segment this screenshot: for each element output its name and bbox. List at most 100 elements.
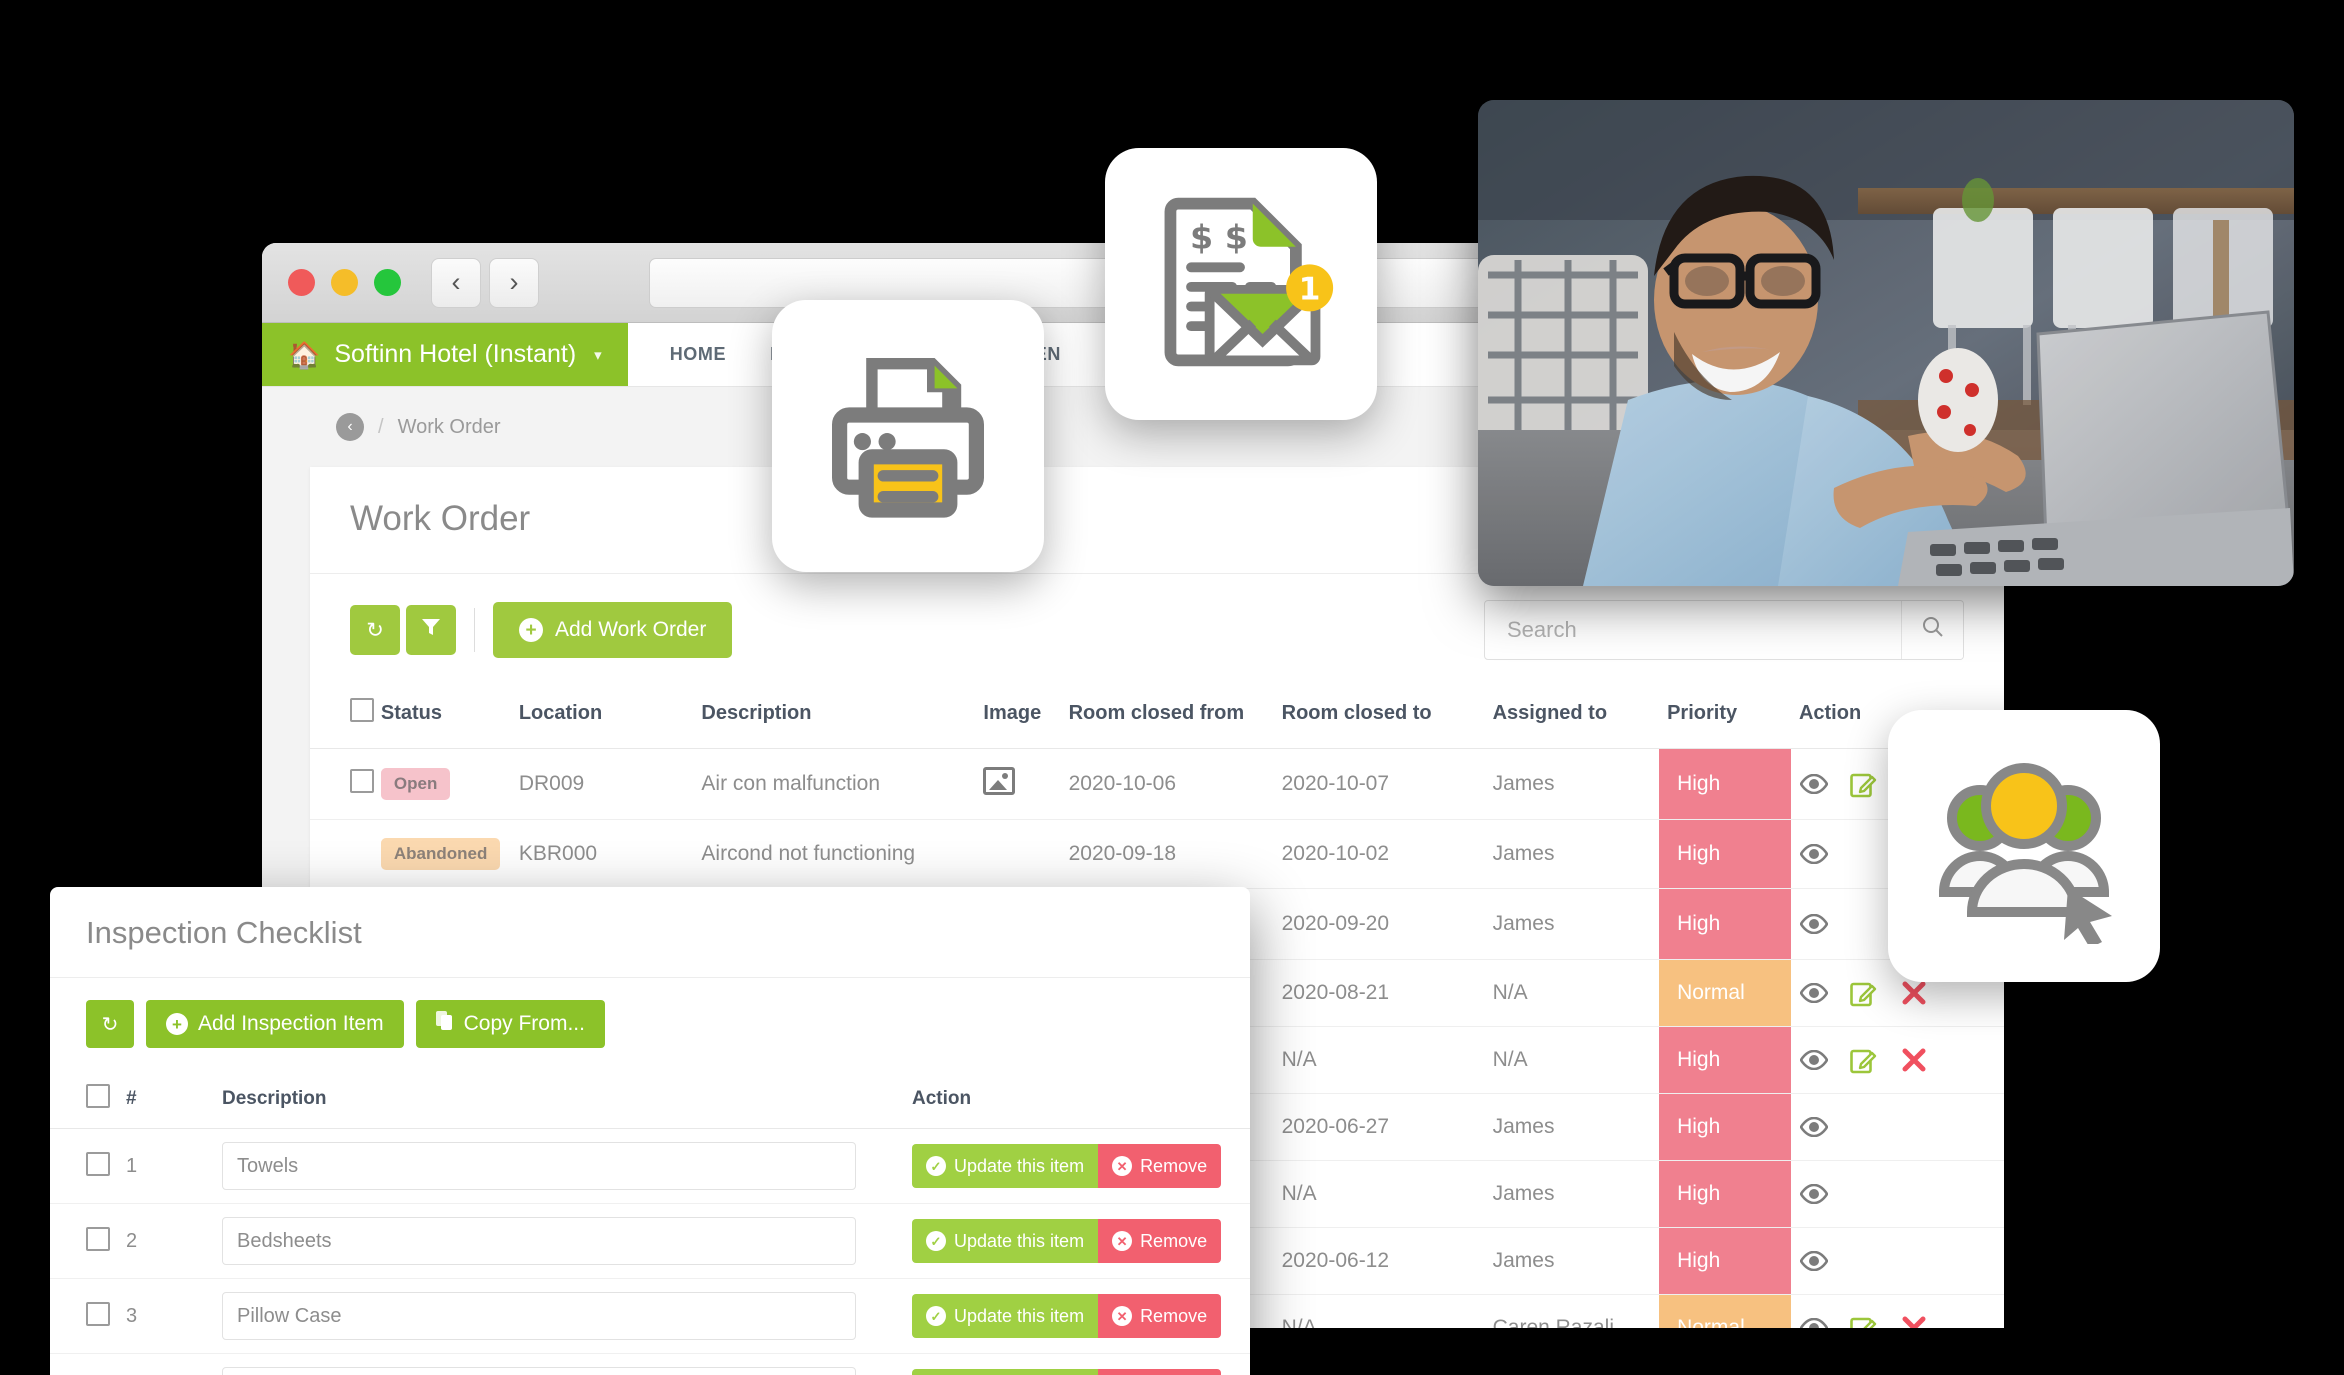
checklist-description-input[interactable]	[222, 1217, 856, 1265]
delete-icon[interactable]	[1899, 1045, 1929, 1075]
view-icon[interactable]	[1799, 839, 1829, 869]
close-window-dot[interactable]	[288, 269, 315, 296]
add-inspection-item-button[interactable]: + Add Inspection Item	[146, 1000, 404, 1048]
action-cell[interactable]	[1790, 1294, 2004, 1328]
search-box[interactable]	[1484, 600, 1964, 660]
list-item[interactable]: 4 ✓Update this item✕Remove	[50, 1353, 1250, 1375]
plus-icon: +	[519, 618, 543, 642]
row-checkbox[interactable]	[350, 769, 374, 793]
checklist-description-cell[interactable]	[214, 1203, 904, 1279]
view-icon[interactable]	[1799, 1045, 1829, 1075]
checklist-row-checkbox[interactable]	[86, 1151, 110, 1176]
action-cell[interactable]	[1790, 1227, 2004, 1295]
edit-icon[interactable]	[1849, 1045, 1879, 1075]
table-row[interactable]: Abandoned KBR000 Aircond not functioning 20…	[310, 819, 2004, 889]
view-icon[interactable]	[1799, 1179, 1829, 1209]
add-work-order-button[interactable]: + Add Work Order	[493, 602, 733, 658]
action-cell[interactable]	[1790, 1026, 2004, 1094]
view-icon[interactable]	[1799, 1112, 1829, 1142]
checklist-select-all-checkbox[interactable]	[86, 1084, 110, 1108]
view-icon[interactable]	[1799, 978, 1829, 1008]
checklist-action-cell[interactable]: ✓Update this item✕Remove	[904, 1128, 1250, 1204]
remove-item-button[interactable]: ✕Remove	[1098, 1144, 1222, 1188]
checklist-action-cell[interactable]: ✓Update this item✕Remove	[904, 1278, 1250, 1354]
list-item[interactable]: 3 ✓ Update this item ✕ Remove	[50, 1278, 1250, 1354]
edit-icon[interactable]	[1849, 769, 1879, 799]
remove-item-button[interactable]: ✕Remove	[1098, 1369, 1222, 1375]
checklist-row-checkbox-cell[interactable]	[50, 1278, 118, 1354]
checklist-col-number: #	[118, 1070, 214, 1129]
list-item[interactable]: 1 ✓ Update this item ✕ Remove	[50, 1128, 1250, 1204]
checklist-action-cell[interactable]: ✓Update this item✕Remove	[904, 1353, 1250, 1375]
delete-icon[interactable]	[1899, 978, 1929, 1008]
status-cell: Open	[372, 748, 511, 820]
browser-nav-buttons[interactable]: ‹ ›	[431, 257, 539, 308]
filter-button[interactable]	[406, 605, 456, 655]
update-this-item-button[interactable]: ✓Update this item	[912, 1369, 1099, 1375]
view-icon[interactable]	[1799, 909, 1829, 939]
view-icon[interactable]	[1799, 1313, 1829, 1328]
checklist-row-checkbox[interactable]	[86, 1301, 110, 1326]
edit-icon[interactable]	[1849, 978, 1879, 1008]
breadcrumb-back-icon[interactable]: ‹	[336, 413, 364, 441]
remove-item-button[interactable]: ✕Remove	[1098, 1219, 1222, 1263]
checklist-description-input[interactable]	[222, 1292, 856, 1340]
checklist-description-cell[interactable]	[214, 1353, 904, 1375]
row-checkbox-cell[interactable]	[310, 819, 373, 889]
minimize-window-dot[interactable]	[331, 269, 358, 296]
checklist-header-row: # Description Action	[50, 1070, 1250, 1129]
users-cursor-icon-card	[1888, 710, 2160, 982]
view-icon[interactable]	[1799, 1246, 1829, 1276]
forward-button[interactable]: ›	[489, 257, 539, 308]
remove-item-button[interactable]: ✕Remove	[1098, 1294, 1222, 1338]
checklist-row-checkbox-cell[interactable]	[50, 1203, 118, 1279]
remove-item-label: Remove	[1140, 1230, 1208, 1251]
checklist-action-cell[interactable]: ✓Update this item✕Remove	[904, 1203, 1250, 1279]
image-cell[interactable]	[975, 748, 1061, 820]
table-row[interactable]: Open DR009 Air con malfunction 2020-10-06 20…	[310, 748, 2004, 820]
breadcrumb-separator: /	[378, 415, 384, 438]
delete-icon[interactable]	[1899, 1313, 1929, 1328]
edit-icon[interactable]	[1849, 1313, 1879, 1328]
update-this-item-button[interactable]: ✓Update this item	[912, 1219, 1099, 1263]
nav-item-home[interactable]: HOME	[670, 344, 726, 365]
room-closed-from-cell: 2020-10-06	[1060, 748, 1274, 820]
checklist-col-select-all[interactable]	[50, 1070, 118, 1129]
checklist-row-checkbox[interactable]	[86, 1226, 110, 1251]
search-button[interactable]	[1901, 601, 1963, 659]
checklist-row-checkbox-cell[interactable]	[50, 1353, 118, 1375]
checklist-row-checkbox-cell[interactable]	[50, 1128, 118, 1204]
inspection-checklist-body: 1✓Update this item✕Remove2✓Update this i…	[50, 1128, 1250, 1375]
window-controls[interactable]	[288, 269, 401, 296]
action-cell[interactable]	[1790, 1093, 2004, 1161]
update-this-item-label: Update this item	[954, 1155, 1085, 1176]
refresh-button[interactable]: ↻	[350, 605, 400, 655]
checklist-description-input[interactable]	[222, 1367, 856, 1375]
refresh-icon: ↻	[101, 1013, 119, 1036]
maximize-window-dot[interactable]	[374, 269, 401, 296]
back-button[interactable]: ‹	[431, 257, 481, 308]
list-item[interactable]: 2 ✓ Update this item ✕ Remove	[50, 1203, 1250, 1279]
action-cell[interactable]	[1790, 1160, 2004, 1228]
update-this-item-button[interactable]: ✓Update this item	[912, 1144, 1099, 1188]
col-status: Status	[372, 682, 511, 749]
add-inspection-item-label: Add Inspection Item	[198, 1012, 384, 1035]
checklist-description-input[interactable]	[222, 1142, 856, 1190]
checklist-description-cell[interactable]	[214, 1128, 904, 1204]
view-icon[interactable]	[1799, 769, 1829, 799]
image-thumbnail-icon[interactable]	[983, 767, 1016, 795]
col-description: Description	[693, 682, 976, 749]
checklist-col-action: Action	[904, 1070, 1250, 1129]
col-select-all[interactable]	[310, 682, 374, 749]
man-using-laptop-photo	[1478, 100, 2294, 586]
update-this-item-button[interactable]: ✓Update this item	[912, 1294, 1099, 1338]
checklist-refresh-button[interactable]: ↻	[86, 1000, 134, 1048]
copy-from-button[interactable]: Copy From...	[415, 1000, 605, 1048]
row-checkbox-cell[interactable]	[310, 748, 374, 820]
copy-icon	[435, 1011, 454, 1037]
select-all-checkbox[interactable]	[350, 698, 374, 722]
location-cell: DR009	[510, 748, 694, 820]
brand-hotel-selector[interactable]: 🏠 Softinn Hotel (Instant) ▾	[262, 323, 628, 386]
search-input[interactable]	[1485, 601, 1901, 659]
checklist-description-cell[interactable]	[214, 1278, 904, 1354]
